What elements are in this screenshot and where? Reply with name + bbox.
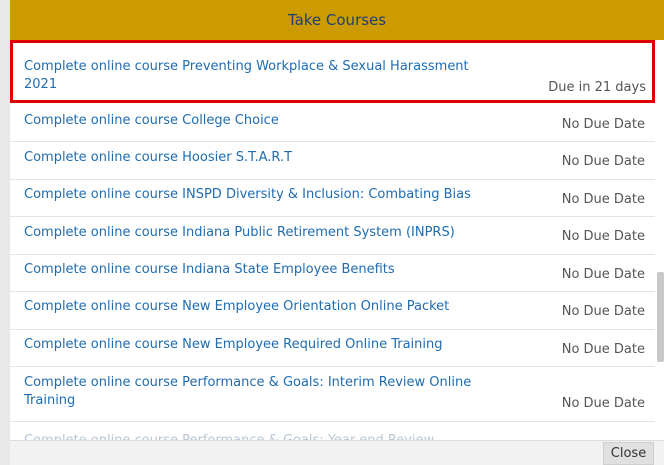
- due-date: No Due Date: [561, 396, 645, 411]
- dialog-footer: [10, 440, 664, 465]
- course-link[interactable]: Complete online course Indiana Public Re…: [24, 224, 479, 242]
- course-list: Complete online course Preventing Workpl…: [10, 40, 664, 440]
- list-item[interactable]: Complete online course INSPD Diversity &…: [10, 180, 655, 217]
- page-backdrop: [0, 0, 10, 465]
- list-item[interactable]: Complete online course Indiana State Emp…: [10, 255, 655, 292]
- due-date: No Due Date: [561, 117, 645, 132]
- list-item[interactable]: Complete online course New Employee Orie…: [10, 292, 655, 330]
- due-date: No Due Date: [561, 304, 645, 319]
- course-row-highlighted[interactable]: Complete online course Preventing Workpl…: [10, 40, 655, 103]
- list-item[interactable]: Complete online course College Choice No…: [10, 104, 655, 142]
- due-date: No Due Date: [561, 192, 645, 207]
- list-item[interactable]: Complete online course New Employee Requ…: [10, 330, 655, 367]
- partial-course-row: Complete online course Performance & Goa…: [24, 432, 464, 440]
- due-date: No Due Date: [561, 154, 645, 169]
- due-date: No Due Date: [561, 267, 645, 282]
- due-date: No Due Date: [561, 229, 645, 244]
- list-item[interactable]: Complete online course Hoosier S.T.A.R.T…: [10, 142, 655, 180]
- course-link[interactable]: Complete online course New Employee Orie…: [24, 298, 479, 316]
- due-date: Due in 21 days: [548, 80, 646, 95]
- list-item[interactable]: Complete online course Performance & Goa…: [10, 367, 655, 422]
- course-link[interactable]: Complete online course Hoosier S.T.A.R.T: [24, 149, 479, 167]
- due-date: No Due Date: [561, 342, 645, 357]
- course-link[interactable]: Complete online course Performance & Goa…: [24, 374, 479, 410]
- course-link[interactable]: Complete online course New Employee Requ…: [24, 336, 479, 354]
- scrollbar-thumb[interactable]: [657, 272, 664, 362]
- course-link[interactable]: Complete online course Preventing Workpl…: [24, 58, 479, 94]
- close-button[interactable]: Close: [603, 442, 654, 465]
- course-link[interactable]: Complete online course College Choice: [24, 112, 479, 130]
- course-link[interactable]: Complete online course INSPD Diversity &…: [24, 186, 479, 204]
- course-link[interactable]: Complete online course Indiana State Emp…: [24, 261, 479, 279]
- list-item[interactable]: Complete online course Indiana Public Re…: [10, 217, 655, 255]
- scrollbar[interactable]: [657, 40, 664, 440]
- take-courses-dialog: Take Courses Complete online course Prev…: [10, 0, 664, 465]
- dialog-title: Take Courses: [10, 0, 664, 40]
